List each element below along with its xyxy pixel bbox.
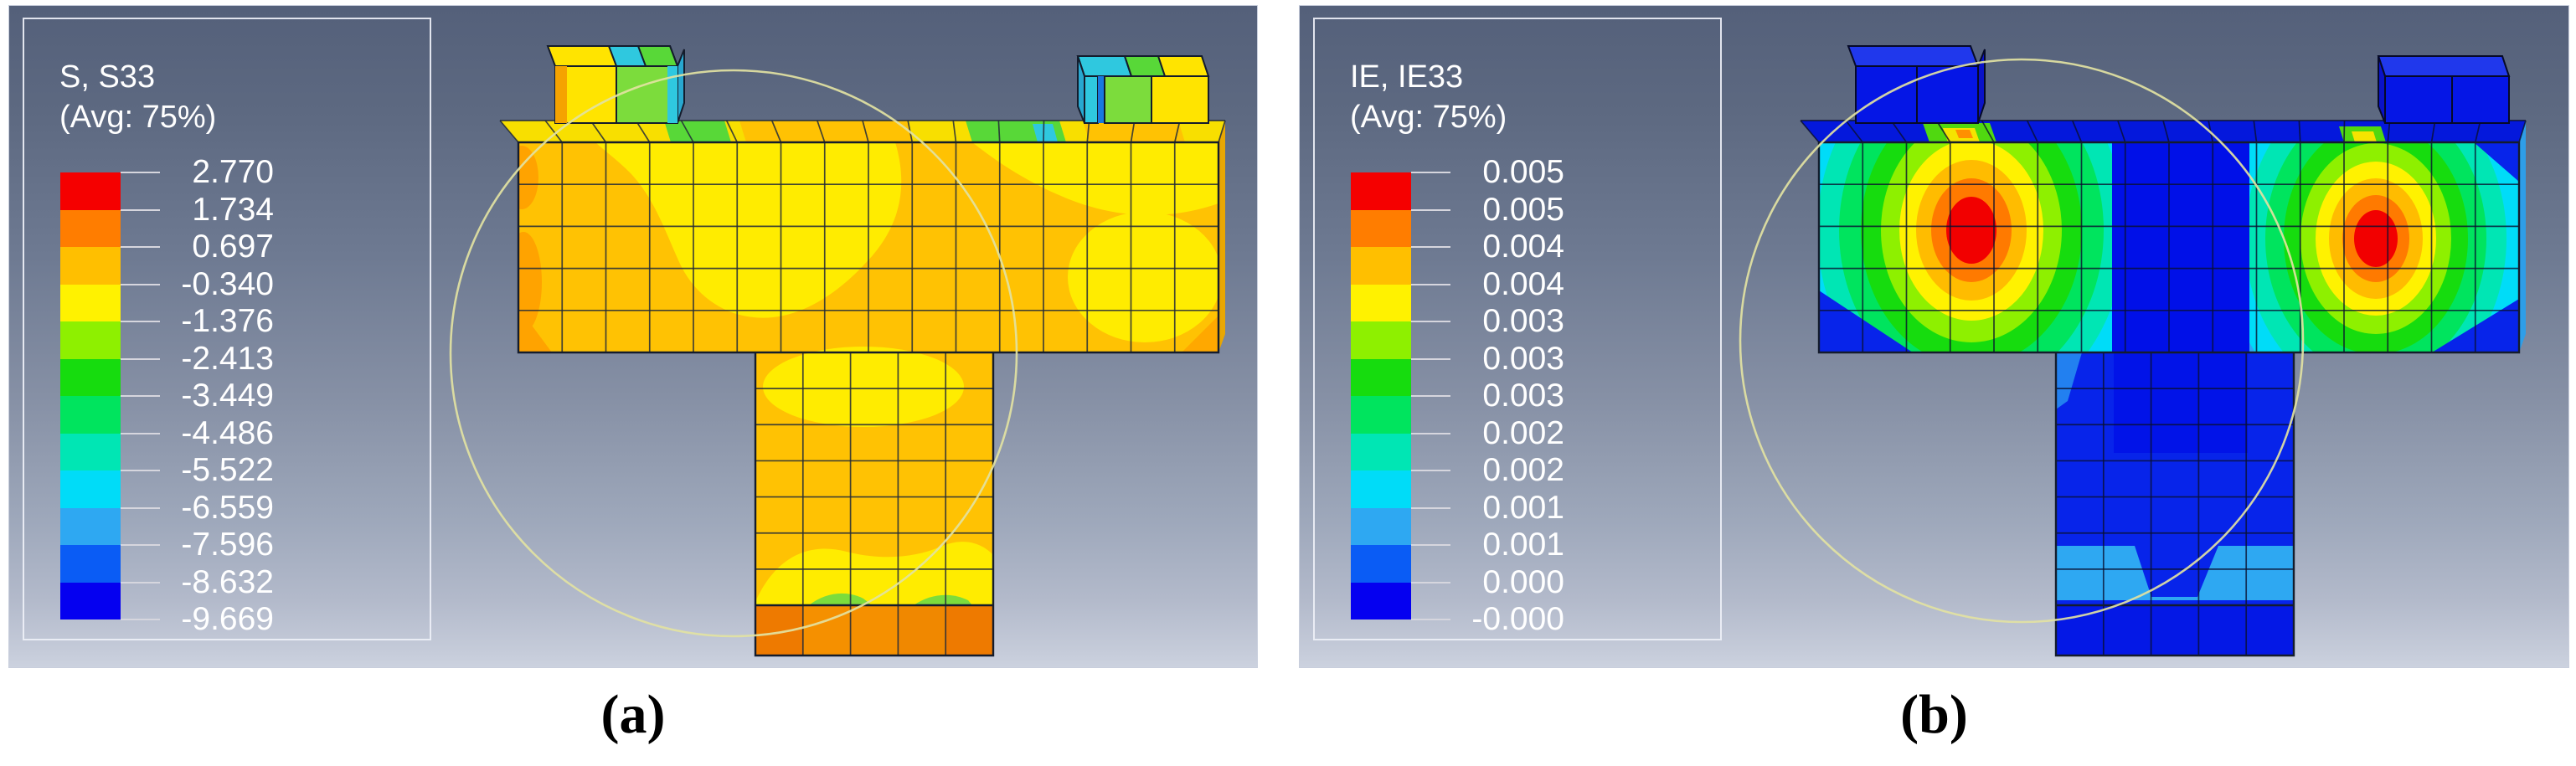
colorbar-value: -6.559 (123, 490, 274, 527)
colorbar-value: 0.000 (1414, 564, 1564, 601)
colorbar-value: 0.004 (1414, 266, 1564, 303)
colorbar-value: 0.004 (1414, 229, 1564, 265)
colorbar-swatch (60, 545, 121, 583)
loading-block-right-b (2378, 56, 2509, 123)
colorbar-swatch (1351, 210, 1411, 248)
colorbar-swatch (1351, 583, 1411, 620)
loading-block-right-a (1078, 56, 1208, 123)
colorbar-swatch (1351, 545, 1411, 583)
colorbar-value: -7.596 (123, 527, 274, 563)
figure-page: S, S33 (Avg: 75%) 2.7701.7340.697-0.340-… (0, 0, 2576, 766)
colorbar-value: 0.003 (1414, 341, 1564, 378)
caption-a: (a) (8, 683, 1258, 747)
colorbar-value: 2.770 (123, 154, 274, 191)
panel-a: S, S33 (Avg: 75%) 2.7701.7340.697-0.340-… (8, 5, 1258, 668)
colorbar-swatch (60, 359, 121, 397)
colorbar-swatch (1351, 396, 1411, 434)
colorbar-a: 2.7701.7340.697-0.340-1.376-2.413-3.449-… (24, 19, 430, 639)
colorbar-swatch (1351, 508, 1411, 546)
colorbar-value: 1.734 (123, 192, 274, 229)
legend-a: S, S33 (Avg: 75%) 2.7701.7340.697-0.340-… (23, 18, 431, 640)
colorbar-swatch (1351, 470, 1411, 508)
colorbar-swatch (60, 396, 121, 434)
colorbar-swatch (60, 583, 121, 620)
colorbar-swatch (1351, 247, 1411, 285)
colorbar-value: 0.002 (1414, 452, 1564, 489)
colorbar-swatch (60, 210, 121, 248)
colorbar-swatch (1351, 172, 1411, 210)
colorbar-value: -2.413 (123, 341, 274, 378)
colorbar-value: -5.522 (123, 452, 274, 489)
panel-b: IE, IE33 (Avg: 75%) 0.0050.0050.0040.004… (1299, 5, 2569, 668)
colorbar-value: 0.002 (1414, 415, 1564, 452)
loading-block-left-b (1848, 46, 1985, 123)
colorbar-swatch (1351, 321, 1411, 359)
colorbar-value: 0.001 (1414, 527, 1564, 563)
colorbar-value: -0.340 (123, 266, 274, 303)
colorbar-value: -1.376 (123, 303, 274, 340)
colorbar-swatch (60, 285, 121, 322)
colorbar-swatch (60, 321, 121, 359)
colorbar-swatch (60, 247, 121, 285)
colorbar-value: 0.697 (123, 229, 274, 265)
colorbar-swatch (1351, 434, 1411, 471)
colorbar-swatch (60, 470, 121, 508)
colorbar-b: 0.0050.0050.0040.0040.0030.0030.0030.002… (1315, 19, 1720, 639)
colorbar-value: -3.449 (123, 378, 274, 414)
colorbar-value: -0.000 (1414, 601, 1564, 638)
colorbar-value: -9.669 (123, 601, 274, 638)
caption-b: (b) (1299, 683, 2569, 747)
colorbar-value: 0.001 (1414, 490, 1564, 527)
colorbar-swatch (60, 434, 121, 471)
loading-block-left-a (548, 46, 684, 123)
colorbar-value: 0.003 (1414, 303, 1564, 340)
colorbar-swatch (60, 508, 121, 546)
colorbar-value: -4.486 (123, 415, 274, 452)
colorbar-swatch (1351, 285, 1411, 322)
colorbar-value: 0.003 (1414, 378, 1564, 414)
colorbar-swatch (60, 172, 121, 210)
colorbar-swatch (1351, 359, 1411, 397)
colorbar-value: 0.005 (1414, 154, 1564, 191)
colorbar-value: -8.632 (123, 564, 274, 601)
colorbar-value: 0.005 (1414, 192, 1564, 229)
legend-b: IE, IE33 (Avg: 75%) 0.0050.0050.0040.004… (1313, 18, 1722, 640)
